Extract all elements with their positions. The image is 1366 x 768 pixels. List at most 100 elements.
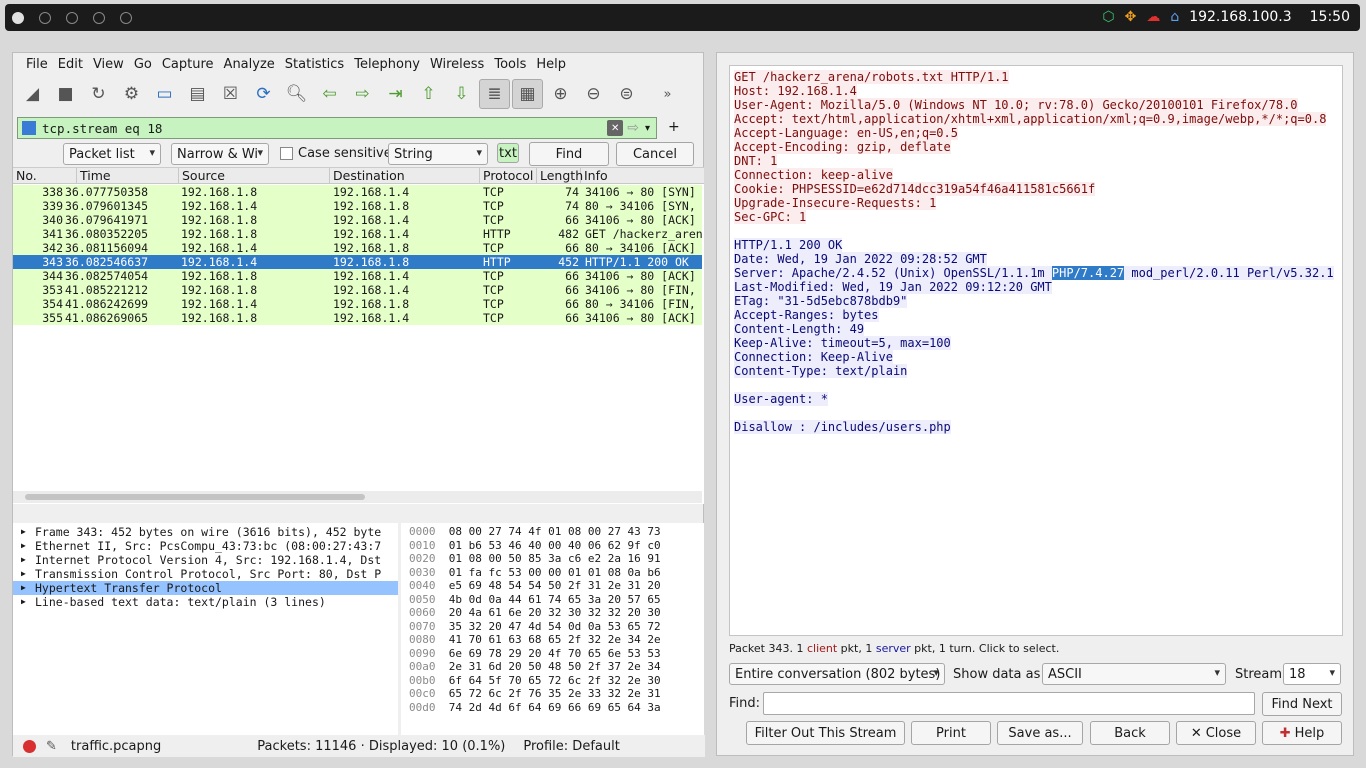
- go-back-icon[interactable]: ⇦: [314, 79, 345, 109]
- col-protocol[interactable]: Protocol: [480, 168, 537, 184]
- packet-row[interactable]: 355 41.086269065 192.168.1.8 192.168.1.4 TCP…: [13, 311, 702, 325]
- apply-filter-icon[interactable]: ⇨: [627, 120, 639, 136]
- expand-arrow-icon[interactable]: ▶: [21, 555, 26, 564]
- stream-content[interactable]: GET /hackerz_arena/robots.txt HTTP/1.1 Ho…: [729, 65, 1343, 636]
- go-first-icon[interactable]: ⇧: [413, 79, 444, 109]
- close-button[interactable]: ✕ Close: [1176, 721, 1256, 745]
- show-data-as-select[interactable]: ASCII: [1042, 663, 1226, 685]
- col-destination[interactable]: Destination: [330, 168, 480, 184]
- clear-filter-icon[interactable]: ✕: [607, 120, 624, 136]
- workspace-1[interactable]: [12, 12, 24, 24]
- comment-icon[interactable]: ✎: [46, 739, 57, 754]
- stream-info[interactable]: Packet 343. 1 client pkt, 1 server pkt, …: [729, 642, 1059, 655]
- hex-row[interactable]: 0020 01 08 00 50 85 3a c6 e2 2a 16 91: [401, 552, 704, 566]
- stream-number-spinbox[interactable]: 18: [1283, 663, 1341, 685]
- display-filter-input[interactable]: tcp.stream eq 18: [42, 121, 607, 136]
- print-button[interactable]: Print: [911, 721, 991, 745]
- go-last-icon[interactable]: ⇩: [446, 79, 477, 109]
- col-time[interactable]: Time: [77, 168, 179, 184]
- open-file-icon[interactable]: ▭: [149, 79, 180, 109]
- scroll-thumb[interactable]: [25, 494, 365, 500]
- detail-tree-item[interactable]: ▶ Hypertext Transfer Protocol: [13, 581, 398, 595]
- menu-file[interactable]: File: [21, 57, 53, 72]
- find-packet-icon[interactable]: 🔍︎: [281, 79, 312, 109]
- go-forward-icon[interactable]: ⇨: [347, 79, 378, 109]
- col-info[interactable]: Info: [581, 168, 702, 184]
- reload-file-icon[interactable]: ⟳: [248, 79, 279, 109]
- search-type-select[interactable]: String: [388, 143, 488, 165]
- autoscroll-icon[interactable]: ≣: [479, 79, 510, 109]
- cube-icon[interactable]: ⬡: [1102, 9, 1114, 25]
- workspace-5[interactable]: [120, 12, 132, 24]
- hex-row[interactable]: 0000 08 00 27 74 4f 01 08 00 27 43 73: [401, 525, 704, 539]
- hex-row[interactable]: 00b0 6f 64 5f 70 65 72 6c 2f 32 2e 30: [401, 674, 704, 688]
- col-length[interactable]: Length: [537, 168, 583, 184]
- menu-help[interactable]: Help: [531, 57, 571, 72]
- menu-view[interactable]: View: [88, 57, 129, 72]
- packet-row[interactable]: 343 36.082546637 192.168.1.4 192.168.1.8 HTT…: [13, 255, 702, 269]
- case-sensitive-checkbox[interactable]: [280, 147, 293, 160]
- expand-arrow-icon[interactable]: ▶: [21, 569, 26, 578]
- zoom-out-icon[interactable]: ⊖: [578, 79, 609, 109]
- menu-go[interactable]: Go: [129, 57, 157, 72]
- find-button[interactable]: Find: [529, 142, 609, 166]
- capture-options-icon[interactable]: ⚙: [116, 79, 147, 109]
- col-source[interactable]: Source: [179, 168, 330, 184]
- back-button[interactable]: Back: [1090, 721, 1170, 745]
- cloud-icon[interactable]: ☁: [1146, 9, 1160, 25]
- find-next-button[interactable]: Find Next: [1262, 692, 1342, 716]
- stop-capture-icon[interactable]: ■: [50, 79, 81, 109]
- expand-arrow-icon[interactable]: ▶: [21, 527, 26, 536]
- hex-row[interactable]: 0090 6e 69 78 29 20 4f 70 65 6e 53 53: [401, 647, 704, 661]
- packet-row[interactable]: 344 36.082574054 192.168.1.8 192.168.1.4 TCP…: [13, 269, 702, 283]
- menu-tools[interactable]: Tools: [489, 57, 531, 72]
- conversation-select[interactable]: Entire conversation (802 bytes): [729, 663, 945, 685]
- packet-row[interactable]: 338 36.077750358 192.168.1.8 192.168.1.4 TCP…: [13, 185, 702, 199]
- filter-out-stream-button[interactable]: Filter Out This Stream: [746, 721, 905, 745]
- menu-analyze[interactable]: Analyze: [219, 57, 280, 72]
- save-as-button[interactable]: Save as...: [997, 721, 1083, 745]
- packet-row[interactable]: 340 36.079641971 192.168.1.8 192.168.1.4 TCP…: [13, 213, 702, 227]
- colorize-icon[interactable]: ▦: [512, 79, 543, 109]
- close-file-icon[interactable]: ☒: [215, 79, 246, 109]
- hex-row[interactable]: 0080 41 70 61 63 68 65 2f 32 2e 34 2e: [401, 633, 704, 647]
- hex-row[interactable]: 0070 35 32 20 47 4d 54 0d 0a 53 65 72: [401, 620, 704, 634]
- find-text-input[interactable]: txt: [497, 143, 519, 163]
- expand-arrow-icon[interactable]: ▶: [21, 597, 26, 606]
- packet-row[interactable]: 342 36.081156094 192.168.1.4 192.168.1.8 TCP…: [13, 241, 702, 255]
- hex-row[interactable]: 0030 01 fa fc 53 00 00 01 01 08 0a b6: [401, 566, 704, 580]
- detail-tree-item[interactable]: ▶ Internet Protocol Version 4, Src: 192.1…: [13, 553, 398, 567]
- help-button[interactable]: ✚ Help: [1262, 721, 1342, 745]
- workspace-4[interactable]: [93, 12, 105, 24]
- detail-tree-item[interactable]: ▶ Transmission Control Protocol, Src Port…: [13, 567, 398, 581]
- detail-tree-item[interactable]: ▶ Line-based text data: text/plain (3 lin…: [13, 595, 398, 609]
- shark-fin-start-icon[interactable]: ◢: [17, 79, 48, 109]
- hex-row[interactable]: 0050 4b 0d 0a 44 61 74 65 3a 20 57 65: [401, 593, 704, 607]
- menu-wireless[interactable]: Wireless: [425, 57, 489, 72]
- restart-capture-icon[interactable]: ↻: [83, 79, 114, 109]
- filter-history-icon[interactable]: ▾: [645, 123, 650, 134]
- zoom-reset-icon[interactable]: ⊜: [611, 79, 642, 109]
- toolbar-overflow-icon[interactable]: »: [652, 79, 683, 109]
- col-no[interactable]: No.: [13, 168, 77, 184]
- packet-row[interactable]: 354 41.086242699 192.168.1.4 192.168.1.8 TCP…: [13, 297, 702, 311]
- detail-tree-item[interactable]: ▶ Ethernet II, Src: PcsCompu_43:73:bc (08…: [13, 539, 398, 553]
- expand-arrow-icon[interactable]: ▶: [21, 541, 26, 550]
- menu-telephony[interactable]: Telephony: [349, 57, 425, 72]
- save-file-icon[interactable]: ▤: [182, 79, 213, 109]
- target-icon[interactable]: ✥: [1125, 9, 1137, 25]
- hex-row[interactable]: 00d0 74 2d 4d 6f 64 69 66 69 65 64 3a: [401, 701, 704, 715]
- hex-row[interactable]: 0010 01 b6 53 46 40 00 40 06 62 9f c0: [401, 539, 704, 553]
- hex-row[interactable]: 0060 20 4a 61 6e 20 32 30 32 32 20 30: [401, 606, 704, 620]
- packet-list-hscrollbar[interactable]: [13, 491, 702, 503]
- search-in-select[interactable]: Packet list: [63, 143, 161, 165]
- menu-edit[interactable]: Edit: [53, 57, 88, 72]
- go-to-packet-icon[interactable]: ⇥: [380, 79, 411, 109]
- menu-statistics[interactable]: Statistics: [280, 57, 349, 72]
- charset-select[interactable]: Narrow & Wi: [171, 143, 269, 165]
- profile-label[interactable]: Profile: Default: [523, 739, 619, 754]
- add-filter-button-icon[interactable]: +: [668, 119, 680, 135]
- packet-row[interactable]: 339 36.079601345 192.168.1.4 192.168.1.8 TCP…: [13, 199, 702, 213]
- cancel-button[interactable]: Cancel: [616, 142, 694, 166]
- packet-row[interactable]: 353 41.085221212 192.168.1.8 192.168.1.4 TCP…: [13, 283, 702, 297]
